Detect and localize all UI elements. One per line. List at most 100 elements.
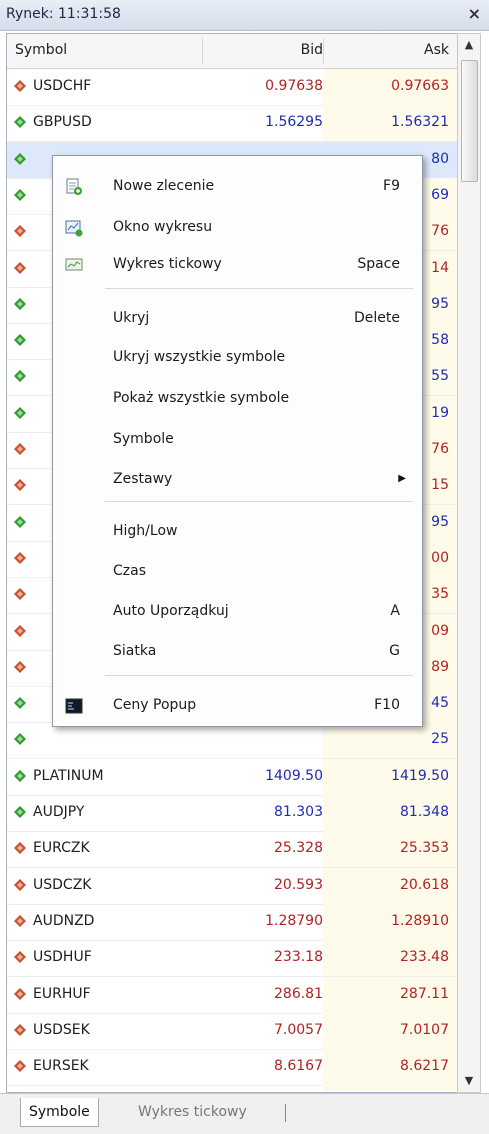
- chart-window-icon: [65, 219, 83, 237]
- price-up-icon: [14, 697, 26, 710]
- scrollbar-thumb[interactable]: [461, 60, 478, 182]
- table-row[interactable]: USDCHF 0.97638 0.97663: [7, 69, 457, 106]
- menu-item-ceny-popup[interactable]: Ceny Popup F10: [53, 688, 422, 724]
- bid-price: 0.97638: [265, 78, 323, 94]
- ask-price: 233.48: [400, 949, 449, 966]
- ask-price: 1.28910: [391, 912, 449, 929]
- scroll-up-icon[interactable]: ▲: [458, 34, 480, 56]
- tab-divider: [285, 1104, 286, 1122]
- column-divider[interactable]: [202, 38, 203, 64]
- table-row[interactable]: AUDNZD 1.28790 1.28910: [7, 903, 457, 941]
- symbol-name: AUDJPY: [33, 804, 85, 820]
- bid-price: 233.18: [274, 949, 323, 966]
- bid-price: 1409.50: [265, 767, 323, 784]
- column-header-ask[interactable]: Ask: [424, 42, 449, 58]
- close-icon[interactable]: ×: [468, 4, 481, 23]
- table-row[interactable]: USDNOK6.07516.0801: [7, 1085, 457, 1092]
- tab-bar: Symbole Wykres tickowy: [0, 1093, 489, 1134]
- menu-item-label: Nowe zlecenie: [113, 178, 215, 194]
- price-down-icon: [14, 951, 26, 964]
- price-up-icon: [14, 334, 26, 347]
- table-header: Symbol Bid Ask: [7, 34, 457, 69]
- price-up-icon: [14, 806, 26, 818]
- menu-item-symbole[interactable]: Symbole: [53, 422, 422, 458]
- tab-symbole[interactable]: Symbole: [20, 1098, 99, 1127]
- ask-price: 287.11: [400, 985, 449, 1002]
- ask-price: 76: [431, 223, 449, 240]
- price-down-icon: [14, 261, 26, 274]
- ask-price: 14: [431, 259, 449, 276]
- menu-item-nowe-zlecenie[interactable]: Nowe zlecenie F9: [53, 169, 422, 205]
- symbol-name: USDCHF: [33, 78, 92, 94]
- menu-item-shortcut: F9: [383, 178, 400, 194]
- tick-chart-icon: [65, 256, 83, 274]
- bid-price: 81.303: [274, 804, 323, 820]
- vertical-scrollbar[interactable]: ▲ ▼: [457, 33, 481, 1093]
- menu-item-label: Ceny Popup: [113, 697, 197, 713]
- window-title: Rynek: 11:31:58: [6, 6, 121, 22]
- menu-separator: [105, 288, 413, 289]
- menu-item-ukryj[interactable]: Ukryj Delete: [53, 301, 422, 337]
- menu-item-wykres-tickowy[interactable]: Wykres tickowy Space: [53, 247, 422, 283]
- price-up-icon: [14, 769, 26, 782]
- menu-item-pokaz-wszystkie-symbole[interactable]: Pokaż wszystkie symbole: [53, 381, 422, 417]
- scroll-down-icon[interactable]: ▼: [458, 1070, 480, 1092]
- ask-price: 00: [431, 549, 449, 566]
- price-up-icon: [14, 406, 26, 419]
- ask-price: 7.0107: [400, 1021, 449, 1038]
- menu-separator: [105, 501, 413, 502]
- table-row[interactable]: EURSEK 8.6167 8.6217: [7, 1049, 457, 1087]
- price-up-icon: [14, 116, 26, 129]
- menu-item-czas[interactable]: Czas: [53, 554, 422, 590]
- price-up-icon: [14, 297, 26, 310]
- price-down-icon: [14, 225, 26, 238]
- menu-item-zestawy[interactable]: Zestawy ▶: [53, 462, 422, 498]
- symbol-name: AUDNZD: [33, 912, 95, 929]
- ask-price: 95: [431, 513, 449, 530]
- column-header-bid[interactable]: Bid: [301, 42, 323, 58]
- new-order-icon: [65, 178, 83, 196]
- table-row[interactable]: USDHUF 233.18 233.48: [7, 940, 457, 978]
- menu-item-label: Pokaż wszystkie symbole: [113, 390, 290, 406]
- menu-item-okno-wykresu[interactable]: Okno wykresu: [53, 210, 422, 246]
- table-row[interactable]: USDSEK 7.0057 7.0107: [7, 1012, 457, 1050]
- menu-item-label: Ukryj: [113, 310, 150, 326]
- menu-item-siatka[interactable]: Siatka G: [53, 634, 422, 670]
- bid-price: 20.593: [274, 876, 323, 893]
- ask-price: 35: [431, 586, 449, 603]
- bid-price: 25.328: [274, 840, 323, 857]
- column-divider[interactable]: [323, 38, 324, 64]
- price-down-icon: [14, 842, 26, 855]
- menu-item-shortcut: A: [390, 603, 400, 619]
- symbol-name: USDCZK: [33, 876, 92, 893]
- table-row[interactable]: AUDJPY 81.303 81.348: [7, 795, 457, 832]
- table-row[interactable]: 25: [7, 722, 457, 760]
- price-down-icon: [14, 1060, 26, 1073]
- symbol-name: USDHUF: [33, 949, 92, 966]
- ask-price: 76: [431, 441, 449, 457]
- table-row[interactable]: EURCZK 25.328 25.353: [7, 831, 457, 869]
- ask-price: 80: [431, 150, 449, 167]
- tab-wykres-tickowy[interactable]: Wykres tickowy: [130, 1098, 255, 1126]
- menu-item-ukryj-wszystkie-symbole[interactable]: Ukryj wszystkie symbole: [53, 340, 422, 376]
- menu-item-auto-uporzadkuj[interactable]: Auto Uporządkuj A: [53, 594, 422, 630]
- column-header-symbol[interactable]: Symbol: [15, 42, 67, 58]
- symbol-name: EURHUF: [33, 985, 91, 1002]
- table-row[interactable]: PLATINUM 1409.50 1419.50: [7, 758, 457, 796]
- table-row[interactable]: EURHUF 286.81 287.11: [7, 976, 457, 1014]
- price-up-icon: [14, 188, 26, 201]
- popup-prices-icon: [65, 697, 83, 715]
- menu-item-shortcut: Space: [357, 256, 400, 272]
- price-down-icon: [14, 660, 26, 673]
- ask-price: 1419.50: [391, 767, 449, 784]
- price-down-icon: [14, 479, 26, 492]
- ask-price: 15: [431, 477, 449, 494]
- symbol-name: EURSEK: [33, 1058, 89, 1075]
- table-row[interactable]: USDCZK 20.593 20.618: [7, 867, 457, 905]
- menu-item-shortcut: Delete: [354, 310, 400, 326]
- table-row[interactable]: GBPUSD 1.56295 1.56321: [7, 105, 457, 143]
- menu-item-high-low[interactable]: High/Low: [53, 514, 422, 550]
- ask-price: 81.348: [400, 804, 449, 820]
- ask-price: 58: [431, 332, 449, 349]
- price-down-icon: [14, 878, 26, 891]
